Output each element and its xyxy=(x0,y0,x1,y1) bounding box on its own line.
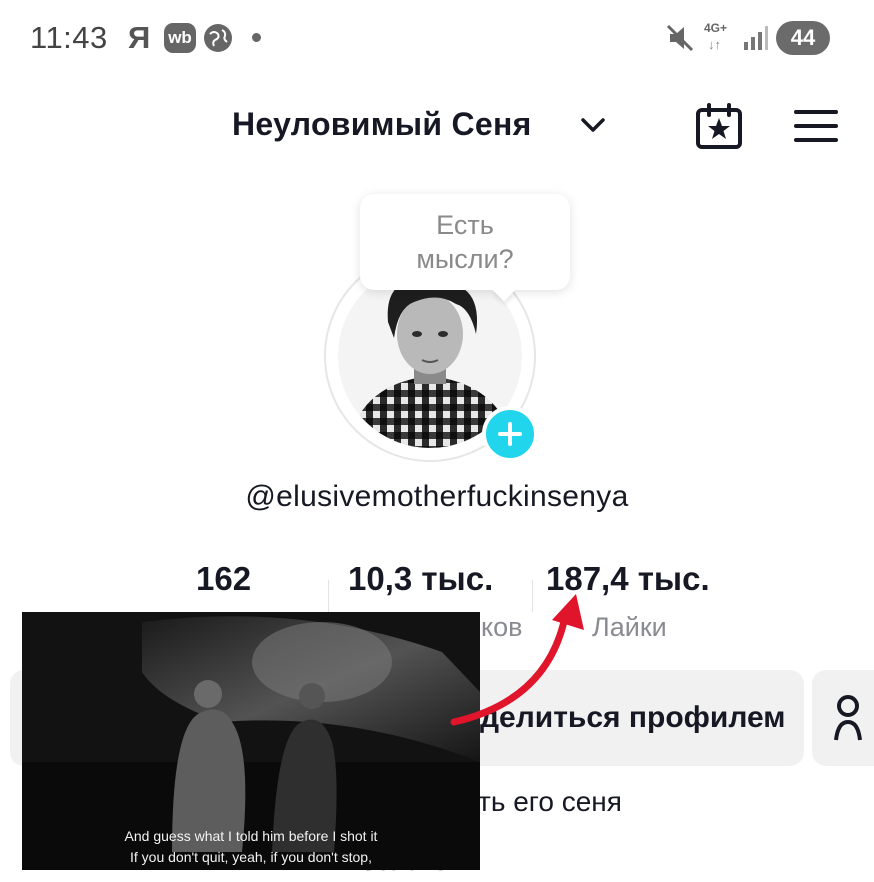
username: @elusivemotherfuckinsenya xyxy=(245,480,629,513)
battery-indicator: 44 xyxy=(776,21,830,55)
video-caption-line-1: And guess what I told him before I shot … xyxy=(124,828,378,844)
likes-label: Лайки xyxy=(592,612,667,642)
red-arrow-annotation xyxy=(450,594,584,726)
following-count[interactable]: 162 xyxy=(196,560,251,598)
status-bar: 11:43 Я wb 4G+ ↓↑ 44 xyxy=(0,0,874,80)
globe-icon xyxy=(204,24,232,52)
wb-icon: wb xyxy=(164,23,196,53)
add-friend-button[interactable] xyxy=(812,670,874,766)
yandex-icon: Я xyxy=(128,20,151,55)
notification-dot xyxy=(252,33,261,42)
calendar-star-icon[interactable] xyxy=(694,102,744,150)
stat-divider xyxy=(328,580,329,612)
mute-icon xyxy=(666,24,694,52)
video-caption-line-2: If you don't quit, yeah, if you don't st… xyxy=(130,849,372,865)
bio-text: ть его сеня xyxy=(478,786,622,817)
signal-icon xyxy=(744,26,768,50)
profile-title[interactable]: Неуловимый Сеня xyxy=(232,106,532,143)
video-overlay[interactable]: And guess what I told him before I shot … xyxy=(22,612,480,870)
menu-icon[interactable] xyxy=(794,108,838,144)
add-story-button[interactable] xyxy=(482,406,538,462)
chevron-down-icon[interactable] xyxy=(580,114,606,136)
data-arrows-icon: ↓↑ xyxy=(708,37,721,52)
network-type: 4G+ xyxy=(704,21,728,35)
thoughts-tooltip[interactable]: Есть мысли? xyxy=(360,194,570,302)
tooltip-text: Есть мысли? xyxy=(416,210,514,274)
status-time: 11:43 xyxy=(30,20,108,55)
person-add-icon xyxy=(834,695,862,741)
